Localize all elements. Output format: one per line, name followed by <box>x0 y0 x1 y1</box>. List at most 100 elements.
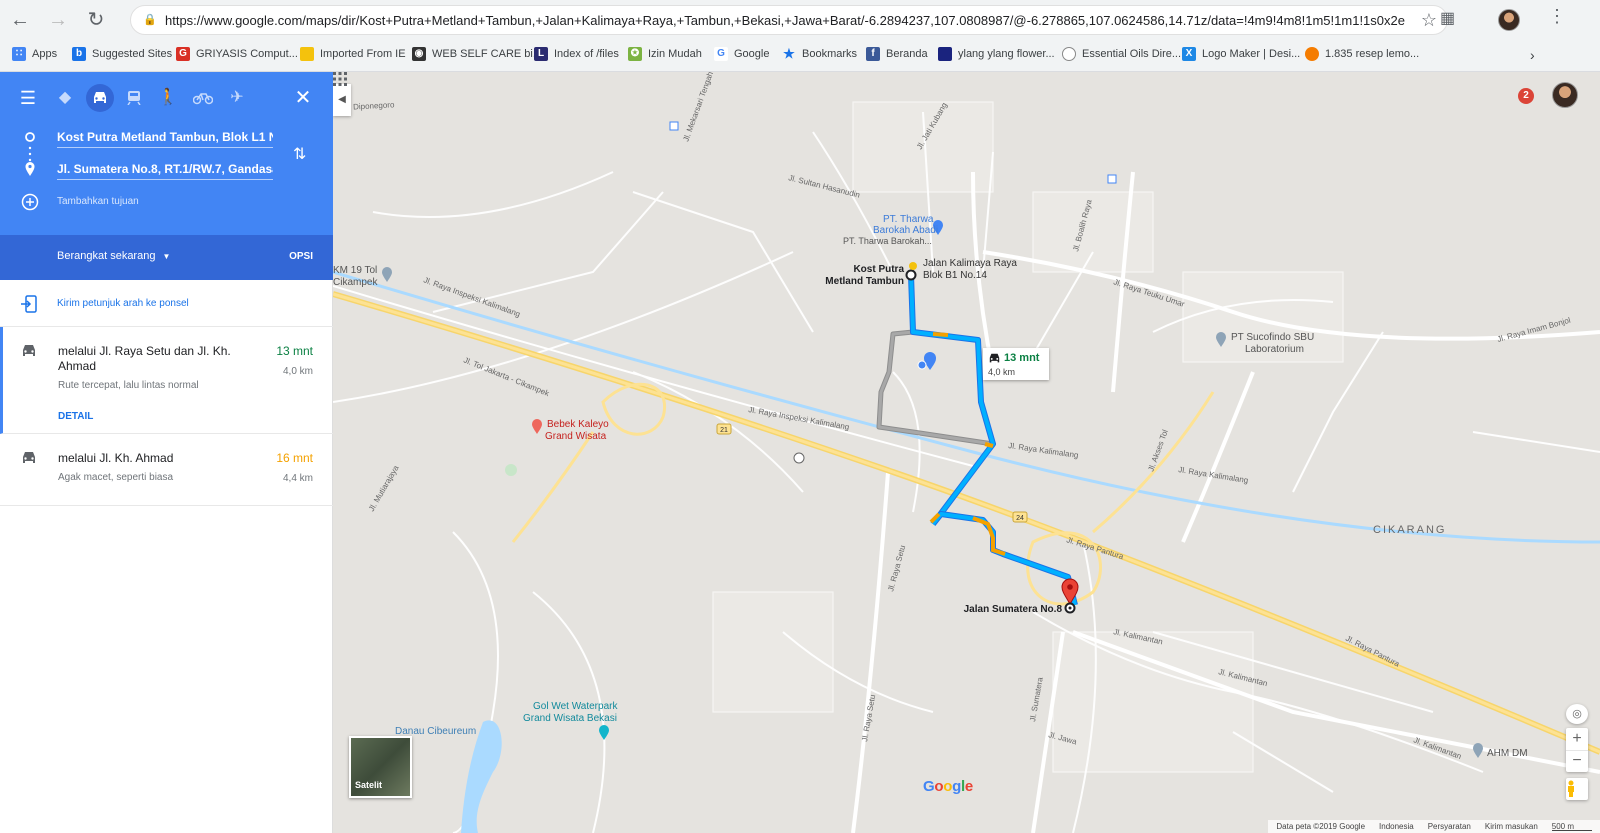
feedback-link[interactable]: Kirim masukan <box>1485 822 1538 831</box>
svg-text:Jalan Sumatera No.8: Jalan Sumatera No.8 <box>964 604 1063 615</box>
menu-icon[interactable]: ☰ <box>14 84 42 112</box>
bike-mode-icon[interactable] <box>189 84 217 112</box>
car-icon <box>23 452 35 463</box>
bookmark-item[interactable]: Essential Oils Dire... <box>1062 47 1181 61</box>
bookmark-item[interactable]: L Index of /files <box>534 47 619 61</box>
car-icon <box>989 353 1000 363</box>
address-bar[interactable]: 🔒 https://www.google.com/maps/dir/Kost+P… <box>130 5 1448 35</box>
bookmark-item[interactable]: ◉ WEB SELF CARE bi... <box>412 47 542 61</box>
region-link[interactable]: Indonesia <box>1379 822 1414 831</box>
svg-text:Jalan Kalimaya Raya: Jalan Kalimaya Raya <box>923 258 1017 269</box>
route-option-2[interactable]: melalui Jl. Kh. Ahmad Agak macet, sepert… <box>0 434 333 506</box>
flight-mode-icon[interactable]: ✈ <box>223 84 251 112</box>
site-icon <box>1305 47 1319 61</box>
profile-avatar[interactable] <box>1498 9 1520 31</box>
bookmark-item[interactable]: Imported From IE <box>300 47 406 61</box>
route-duration: 16 mnt <box>276 451 313 465</box>
bookmark-item[interactable]: X Logo Maker | Desi... <box>1182 47 1300 61</box>
svg-text:Gol Wet Waterpark: Gol Wet Waterpark <box>533 701 618 712</box>
scale-bar[interactable]: 500 m <box>1551 822 1592 831</box>
route-title: melalui Jl. Raya Setu dan Jl. Kh. Ahmad <box>58 344 231 373</box>
send-to-phone-link[interactable]: Kirim petunjuk arah ke ponsel <box>57 298 189 309</box>
bookmark-item[interactable]: ★ Bookmarks <box>782 47 857 61</box>
route-time-callout[interactable]: 13 mnt 4,0 km <box>983 348 1049 380</box>
bookmark-item[interactable]: G GRIYASIS Comput... <box>176 47 298 61</box>
satellite-toggle[interactable]: Satelit <box>349 736 412 798</box>
send-to-phone-icon <box>21 295 37 313</box>
star-icon: ★ <box>783 46 795 61</box>
svg-text:Kost Putra: Kost Putra <box>853 264 904 275</box>
route-detail-button[interactable]: DETAIL <box>58 411 93 422</box>
bookmark-apps[interactable]: ∷ Apps <box>12 47 57 61</box>
callout-distance: 4,0 km <box>988 367 1016 377</box>
lock-icon: 🔒 <box>143 14 157 26</box>
reload-icon[interactable]: ↻ <box>84 8 108 32</box>
train-icon <box>127 91 141 106</box>
forward-icon[interactable]: → <box>46 8 70 32</box>
back-icon[interactable]: ← <box>8 8 32 32</box>
my-location-icon[interactable]: ◎ <box>1566 704 1588 724</box>
route-dots-icon <box>25 132 35 176</box>
bookmark-item[interactable]: f Beranda <box>866 47 928 61</box>
route-subtitle: Rute tercepat, lalu lintas normal <box>58 380 199 391</box>
bookmark-item[interactable]: ylang ylang flower... <box>938 47 1055 61</box>
apps-grid-icon: ∷ <box>12 47 26 61</box>
svg-text:AHM DM: AHM DM <box>1487 748 1528 759</box>
chevron-down-icon: ▼ <box>162 252 171 261</box>
bookmarks-bar: ∷ Apps b Suggested Sites G GRIYASIS Comput.… <box>0 42 1600 70</box>
bike-icon <box>192 93 214 105</box>
account-avatar[interactable] <box>1552 82 1578 108</box>
collapse-panel-button[interactable]: ◀ <box>333 84 351 116</box>
browser-chrome: ← → ↻ 🔒 https://www.google.com/maps/dir/… <box>0 0 1600 72</box>
car-icon <box>94 92 106 103</box>
zoom-controls: + − <box>1566 728 1588 772</box>
zoom-in-icon[interactable]: + <box>1566 728 1588 750</box>
map-canvas[interactable]: 21 24 Jl. Tol Jakarta - Cikampek Jl. Ray… <box>333 72 1600 833</box>
bookmark-item[interactable]: b Suggested Sites <box>72 47 172 61</box>
zoom-out-icon[interactable]: − <box>1566 750 1588 772</box>
terms-link[interactable]: Persyaratan <box>1428 822 1471 831</box>
route-duration: 13 mnt <box>276 344 313 358</box>
bookmark-item[interactable]: 1.835 resep lemo... <box>1305 47 1419 61</box>
star-icon[interactable]: ☆ <box>1421 10 1437 31</box>
notifications-badge[interactable]: 2 <box>1518 88 1534 104</box>
origin-input[interactable]: Kost Putra Metland Tambun, Blok L1 No <box>57 126 273 148</box>
satellite-label: Satelit <box>355 780 383 790</box>
extension-icon[interactable]: ▦ <box>1440 8 1455 28</box>
best-route-icon[interactable]: ◆ <box>51 84 79 112</box>
close-icon[interactable]: ✕ <box>289 84 317 112</box>
svg-text:Cikampek: Cikampek <box>333 277 378 288</box>
add-destination-icon[interactable] <box>20 192 40 212</box>
swap-icon[interactable]: ⇅ <box>293 144 306 164</box>
svg-text:21: 21 <box>720 427 728 434</box>
options-button[interactable]: OPSI <box>289 251 313 262</box>
menu-icon[interactable]: ⋮ <box>1548 6 1566 27</box>
apps-grid-icon[interactable] <box>333 72 347 86</box>
walk-mode-icon[interactable]: 🚶 <box>154 84 182 112</box>
depart-dropdown[interactable]: Berangkat sekarang ▼ <box>57 250 170 262</box>
directions-header: ☰ ◆ 🚶 ✈ ✕ Kost Putra Metland Tambun, Blo… <box>0 72 333 235</box>
destination-input[interactable]: Jl. Sumatera No.8, RT.1/RW.7, Gandasari <box>57 158 273 180</box>
url-text[interactable]: https://www.google.com/maps/dir/Kost+Put… <box>165 13 1405 28</box>
map-svg: 21 24 Jl. Tol Jakarta - Cikampek Jl. Ray… <box>333 72 1600 833</box>
bookmark-item[interactable]: ✪ Izin Mudah <box>628 47 702 61</box>
svg-text:Grand Wisata: Grand Wisata <box>545 431 607 442</box>
route-title: melalui Jl. Kh. Ahmad <box>58 451 174 465</box>
svg-text:24: 24 <box>1016 515 1024 522</box>
street-view-pegman-icon[interactable] <box>1566 778 1588 800</box>
bookmark-item[interactable]: G Google <box>714 47 769 61</box>
svg-text:PT. Tharwa Barokah...: PT. Tharwa Barokah... <box>843 236 932 246</box>
site-icon: ◉ <box>412 47 426 61</box>
facebook-icon: f <box>866 47 880 61</box>
route-option-1[interactable]: melalui Jl. Raya Setu dan Jl. Kh. Ahmad … <box>0 327 333 434</box>
send-to-phone-row[interactable]: Kirim petunjuk arah ke ponsel <box>0 280 333 327</box>
car-mode-icon[interactable] <box>86 84 114 112</box>
travel-mode-row: ☰ ◆ 🚶 ✈ ✕ <box>0 84 333 112</box>
svg-text:Grand Wisata Bekasi: Grand Wisata Bekasi <box>523 713 617 724</box>
map-data-credit: Data peta ©2019 Google <box>1276 822 1366 831</box>
route-distance: 4,0 km <box>282 366 313 377</box>
transit-mode-icon[interactable] <box>120 84 148 112</box>
svg-text:CIKARANG: CIKARANG <box>1373 524 1446 536</box>
add-destination-link[interactable]: Tambahkan tujuan <box>57 196 139 207</box>
bookmarks-more-icon[interactable]: › <box>1530 47 1535 63</box>
